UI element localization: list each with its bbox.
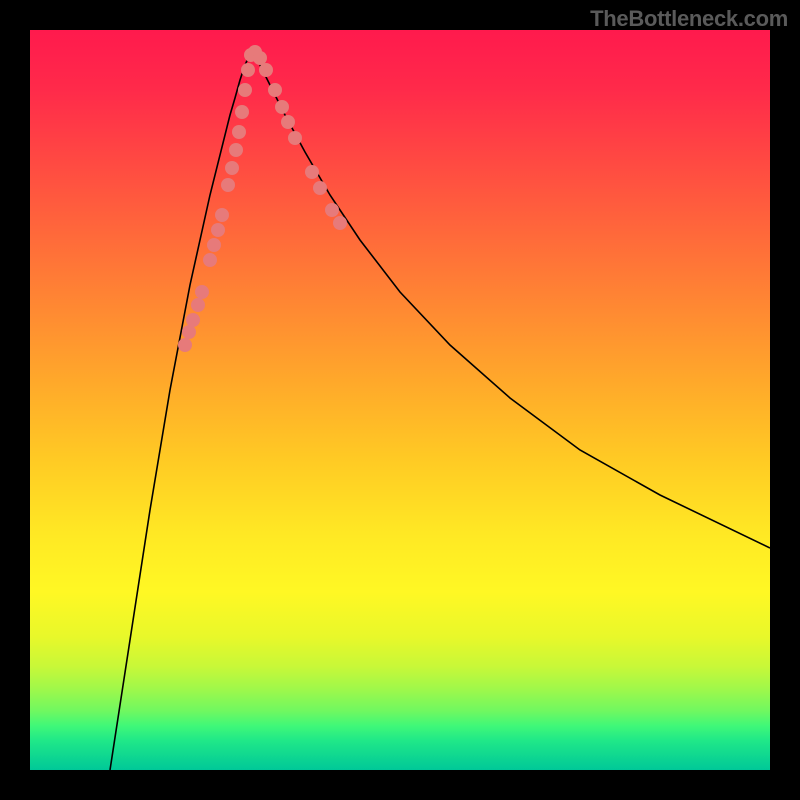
marker-dot [211,223,225,237]
marker-dot [232,125,246,139]
marker-dot [178,338,192,352]
marker-dot [182,325,196,339]
highlight-markers [178,45,347,352]
marker-dot [275,100,289,114]
marker-dot [253,51,267,65]
curve-group [110,51,770,770]
marker-dot [241,63,255,77]
marker-dot [288,131,302,145]
marker-dot [238,83,252,97]
chart-container: TheBottleneck.com [0,0,800,800]
marker-dot [207,238,221,252]
marker-dot [325,203,339,217]
marker-dot [191,298,205,312]
marker-dot [235,105,249,119]
marker-dot [259,63,273,77]
right-curve [252,51,770,548]
marker-dot [229,143,243,157]
curves-svg [30,30,770,770]
marker-dot [281,115,295,129]
marker-dot [313,181,327,195]
marker-dot [203,253,217,267]
marker-dot [333,216,347,230]
left-curve [110,51,252,770]
marker-dot [268,83,282,97]
marker-dot [215,208,229,222]
marker-dot [221,178,235,192]
marker-dot [195,285,209,299]
marker-dot [305,165,319,179]
plot-area [30,30,770,770]
marker-dot [225,161,239,175]
watermark-text: TheBottleneck.com [590,6,788,32]
marker-dot [186,313,200,327]
